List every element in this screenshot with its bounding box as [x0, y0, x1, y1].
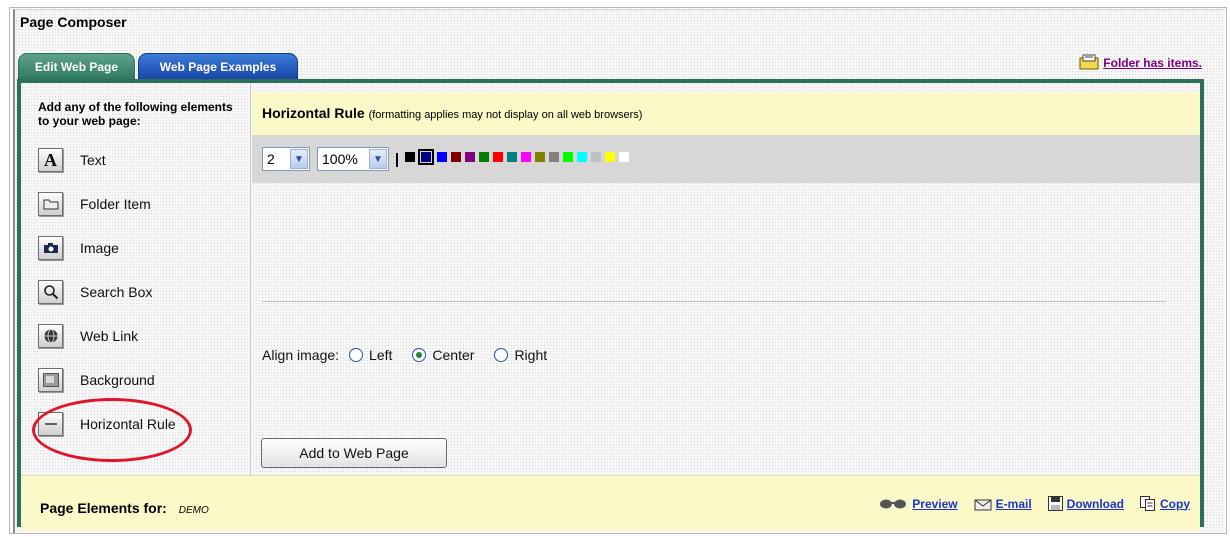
color-swatch-12[interactable]	[577, 152, 587, 162]
highlight-ellipse	[32, 398, 192, 462]
chevron-down-icon[interactable]: ▼	[290, 149, 308, 169]
color-swatch-11[interactable]	[563, 152, 573, 162]
sidebar-intro: Add any of the following elements to you…	[38, 100, 233, 128]
sidebar-item-label: Image	[80, 240, 119, 256]
align-center-radio[interactable]	[412, 348, 427, 362]
color-swatch-10[interactable]	[549, 152, 559, 162]
magnifier-icon	[38, 280, 63, 304]
preview-link[interactable]: Preview	[912, 497, 957, 511]
sidebar-item-text[interactable]: A Text	[38, 145, 106, 175]
color-swatch-6[interactable]	[493, 152, 503, 162]
sidebar-item-image[interactable]: Image	[38, 233, 119, 263]
page-elements-footer: Page Elements for: DEMO Preview E-mail D…	[21, 475, 1200, 531]
editor-note: (formatting applies may not display on a…	[368, 109, 643, 121]
thickness-value: 2	[267, 151, 275, 167]
color-swatch-7[interactable]	[507, 152, 517, 162]
copy-link[interactable]: Copy	[1160, 497, 1190, 511]
sidebar-item-label: Text	[80, 152, 106, 168]
color-swatch-8[interactable]	[521, 152, 531, 162]
color-swatch-2[interactable]	[437, 152, 447, 162]
download-action[interactable]: Download	[1047, 496, 1124, 511]
folder-status: Folder has items.	[1078, 54, 1202, 70]
editor-panel: Add any of the following elements to you…	[17, 79, 1204, 531]
color-swatch-4[interactable]	[465, 152, 475, 162]
horizontal-rule-preview	[262, 301, 1166, 302]
email-action[interactable]: E-mail	[974, 497, 1032, 511]
envelope-icon	[974, 497, 992, 511]
sidebar-item-search-box[interactable]: Search Box	[38, 277, 152, 307]
color-swatches	[405, 149, 633, 165]
align-right-label[interactable]: Right	[514, 347, 547, 363]
rule-toolbar: 2 ▼ 100% ▼	[252, 135, 1200, 183]
floppy-icon	[1047, 496, 1063, 511]
add-to-web-page-button[interactable]: Add to Web Page	[261, 438, 447, 468]
globe-link-icon	[38, 324, 63, 348]
folder-items-icon	[1078, 54, 1100, 70]
sidebar-item-folder-item[interactable]: Folder Item	[38, 189, 151, 219]
editor-title: Horizontal Rule (formatting applies may …	[262, 105, 642, 121]
align-left-radio[interactable]	[349, 348, 364, 362]
color-swatch-0[interactable]	[405, 152, 415, 162]
radio-selected-dot	[416, 352, 423, 358]
footer-label: Page Elements for: DEMO	[40, 500, 209, 516]
editor-title-text: Horizontal Rule	[262, 105, 365, 121]
sidebar-item-label: Search Box	[80, 284, 153, 300]
preview-action[interactable]: Preview	[878, 497, 958, 511]
camera-icon	[38, 236, 63, 260]
color-swatch-5[interactable]	[479, 152, 489, 162]
folder-has-items-link[interactable]: Folder has items.	[1103, 56, 1202, 70]
thickness-select[interactable]: 2 ▼	[262, 147, 310, 171]
editor-header: Horizontal Rule (formatting applies may …	[252, 92, 1200, 135]
align-left-label[interactable]: Left	[369, 347, 392, 363]
text-icon: A	[38, 148, 63, 172]
sidebar-item-label: Web Link	[80, 328, 139, 344]
color-swatch-14[interactable]	[605, 152, 615, 162]
sidebar-item-label: Background	[80, 372, 155, 388]
glasses-icon	[878, 498, 908, 510]
folder-icon	[38, 192, 63, 216]
copy-icon	[1140, 496, 1156, 511]
align-center-label[interactable]: Center	[432, 347, 474, 363]
chevron-down-icon[interactable]: ▼	[369, 149, 387, 169]
background-icon	[38, 368, 63, 392]
align-row: Align image: Left Center Right	[262, 347, 547, 363]
width-value: 100%	[322, 151, 358, 167]
email-link[interactable]: E-mail	[996, 497, 1032, 511]
sidebar-item-web-link[interactable]: Web Link	[38, 321, 138, 351]
toolbar-separator	[396, 153, 398, 167]
sidebar-item-label: Folder Item	[80, 196, 151, 212]
color-swatch-1[interactable]	[418, 149, 434, 165]
sidebar-item-background[interactable]: Background	[38, 365, 155, 395]
footer-actions: Preview E-mail Download Copy	[862, 496, 1190, 511]
element-sidebar: Add any of the following elements to you…	[21, 83, 251, 475]
tab-edit-web-page[interactable]: Edit Web Page	[18, 53, 135, 80]
color-swatch-3[interactable]	[451, 152, 461, 162]
color-swatch-9[interactable]	[535, 152, 545, 162]
download-link[interactable]: Download	[1067, 497, 1124, 511]
width-select[interactable]: 100% ▼	[317, 147, 389, 171]
footer-label-text: Page Elements for:	[40, 500, 167, 516]
footer-username: DEMO	[178, 505, 209, 516]
copy-action[interactable]: Copy	[1140, 496, 1190, 511]
align-label: Align image:	[262, 347, 340, 363]
page-title: Page Composer	[20, 14, 127, 30]
tab-web-page-examples[interactable]: Web Page Examples	[138, 53, 298, 80]
color-swatch-15[interactable]	[619, 152, 629, 162]
color-swatch-13[interactable]	[591, 152, 601, 162]
align-right-radio[interactable]	[494, 348, 509, 362]
